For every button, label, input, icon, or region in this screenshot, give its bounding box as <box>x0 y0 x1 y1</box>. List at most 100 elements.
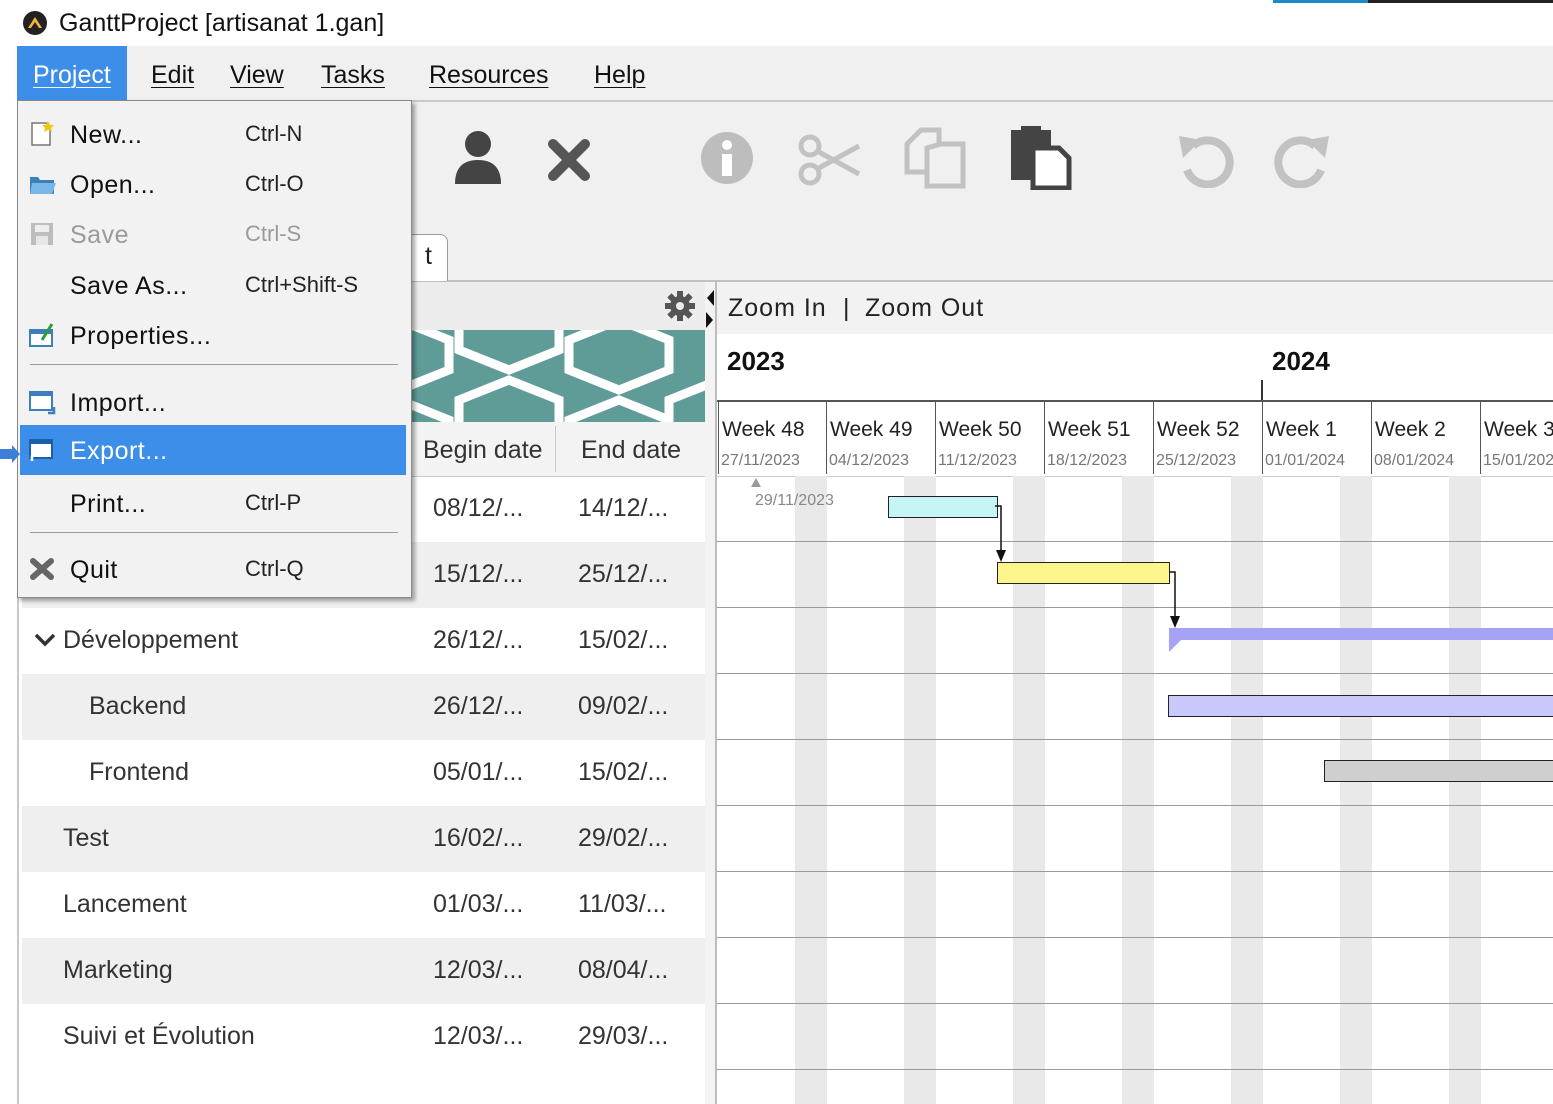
menu-item-label: Import... <box>70 389 167 417</box>
menu-item-open[interactable]: Open... Ctrl-O <box>20 159 406 209</box>
task-bar[interactable] <box>997 562 1170 584</box>
menu-bar: Project Edit View Tasks Resources Help <box>17 46 1553 102</box>
menu-item-save-as[interactable]: Save As... Ctrl+Shift-S <box>20 260 406 310</box>
task-name: Suivi et Évolution <box>63 1022 255 1050</box>
summary-task-bar[interactable] <box>1167 626 1553 654</box>
dependency-arrow <box>995 505 1006 562</box>
panel-splitter[interactable] <box>705 282 717 1104</box>
week-column: Week 3 15/01/2024 <box>1480 402 1553 474</box>
import-icon <box>29 391 56 415</box>
task-name: Marketing <box>63 956 173 984</box>
column-separator[interactable] <box>555 426 556 472</box>
table-row[interactable]: Test 16/02/... 29/02/... <box>22 806 705 872</box>
menu-item-label: Save <box>70 221 129 249</box>
menu-item-properties[interactable]: Properties... <box>20 310 406 360</box>
menu-item-export[interactable]: Export... <box>20 425 406 475</box>
table-row[interactable]: Lancement 01/03/... 11/03/... <box>22 872 705 938</box>
add-resource-icon[interactable] <box>453 128 503 186</box>
zoom-in-link[interactable]: Zoom In <box>728 294 827 323</box>
menu-item-import[interactable]: Import... <box>20 377 406 427</box>
undo-icon[interactable] <box>1175 132 1235 188</box>
task-bar[interactable] <box>1324 760 1553 782</box>
row-line <box>717 607 1553 608</box>
week-name: Week 1 <box>1266 418 1337 441</box>
week-date: 15/01/2024 <box>1483 452 1553 469</box>
redo-icon[interactable] <box>1273 132 1333 188</box>
menu-item-label: Save As... <box>70 272 188 300</box>
menu-separator <box>30 364 398 365</box>
column-end-date[interactable]: End date <box>581 422 681 476</box>
info-icon[interactable] <box>699 130 755 186</box>
menu-resources[interactable]: Resources <box>413 46 565 100</box>
week-date: 18/12/2023 <box>1047 452 1128 469</box>
ganttproject-logo-icon <box>23 11 47 35</box>
week-date: 11/12/2023 <box>938 452 1017 469</box>
task-begin-date: 01/03/... <box>433 890 524 918</box>
table-row[interactable]: Frontend 05/01/... 15/02/... <box>22 740 705 806</box>
year-header: 2023 2024 <box>717 334 1553 402</box>
task-end-date: 29/03/... <box>578 1022 669 1050</box>
menu-project[interactable]: Project <box>17 46 127 100</box>
week-header: Week 48 27/11/2023 Week 49 04/12/2023 We… <box>717 402 1553 477</box>
zoom-bar: Zoom In | Zoom Out <box>717 282 1553 334</box>
paste-icon[interactable] <box>1007 124 1073 190</box>
weekend-shade <box>1449 476 1481 1104</box>
zoom-out-link[interactable]: Zoom Out <box>865 294 984 323</box>
week-column: Week 51 18/12/2023 <box>1044 402 1153 474</box>
task-end-date: 15/02/... <box>578 758 669 786</box>
copy-icon[interactable] <box>903 126 967 190</box>
weekend-shade <box>904 476 936 1104</box>
menu-item-new[interactable]: New... Ctrl-N <box>20 109 406 159</box>
title-accent-line-dark <box>1368 0 1553 3</box>
table-row[interactable]: Backend 26/12/... 09/02/... <box>22 674 705 740</box>
week-name: Week 51 <box>1048 418 1131 441</box>
splitter-arrows-icon[interactable] <box>705 288 715 330</box>
today-marker-icon <box>751 478 761 487</box>
menu-item-shortcut: Ctrl+Shift-S <box>245 272 359 297</box>
task-begin-date: 12/03/... <box>433 1022 524 1050</box>
task-name: Frontend <box>89 758 190 786</box>
task-bar[interactable] <box>888 496 998 518</box>
table-row[interactable]: Marketing 12/03/... 08/04/... <box>22 938 705 1004</box>
gantt-chart-body: 29/11/2023 <box>717 476 1553 1104</box>
week-column: Week 52 25/12/2023 <box>1153 402 1262 474</box>
task-name: Lancement <box>63 890 187 918</box>
delete-icon[interactable] <box>547 138 591 182</box>
task-begin-date: 05/01/... <box>433 758 524 786</box>
task-name: Test <box>63 824 109 852</box>
column-begin-date[interactable]: Begin date <box>423 422 543 476</box>
row-line <box>717 805 1553 806</box>
task-end-date: 15/02/... <box>578 626 669 654</box>
task-begin-date: 16/02/... <box>433 824 524 852</box>
gantt-chart: Zoom In | Zoom Out 2023 2024 Week 48 27/… <box>717 282 1553 1104</box>
menu-item-save[interactable]: Save Ctrl-S <box>20 209 406 259</box>
week-column: Week 2 08/01/2024 <box>1371 402 1480 474</box>
gear-icon[interactable] <box>664 290 696 322</box>
menu-item-quit[interactable]: Quit Ctrl-Q <box>20 544 406 594</box>
project-menu-dropdown: New... Ctrl-N Open... Ctrl-O Save Ctrl-S… <box>17 100 412 598</box>
chevron-down-icon[interactable] <box>34 632 56 648</box>
menu-item-print[interactable]: Print... Ctrl-P <box>20 478 406 528</box>
row-line <box>717 1069 1553 1070</box>
week-name: Week 50 <box>939 418 1022 441</box>
menu-view[interactable]: View <box>214 46 300 100</box>
task-end-date: 14/12/... <box>578 494 669 522</box>
week-name: Week 49 <box>830 418 913 441</box>
task-bar[interactable] <box>1168 695 1553 717</box>
menu-item-label: Open... <box>70 171 156 199</box>
menu-edit[interactable]: Edit <box>135 46 210 100</box>
table-row[interactable]: Suivi et Évolution 12/03/... 29/03/... <box>22 1004 705 1070</box>
task-name: Développement <box>63 626 239 654</box>
task-end-date: 11/03/... <box>578 890 667 918</box>
menu-help[interactable]: Help <box>578 46 661 100</box>
row-line <box>717 673 1553 674</box>
open-folder-icon <box>30 177 56 194</box>
task-name: Backend <box>89 692 187 720</box>
table-row[interactable]: Développement 26/12/... 15/02/... <box>22 608 705 674</box>
cut-icon[interactable] <box>797 132 861 188</box>
menu-tasks[interactable]: Tasks <box>305 46 401 100</box>
week-name: Week 3 <box>1484 418 1553 441</box>
week-date: 01/01/2024 <box>1265 452 1346 469</box>
week-name: Week 2 <box>1375 418 1446 441</box>
zoom-separator: | <box>843 294 850 322</box>
